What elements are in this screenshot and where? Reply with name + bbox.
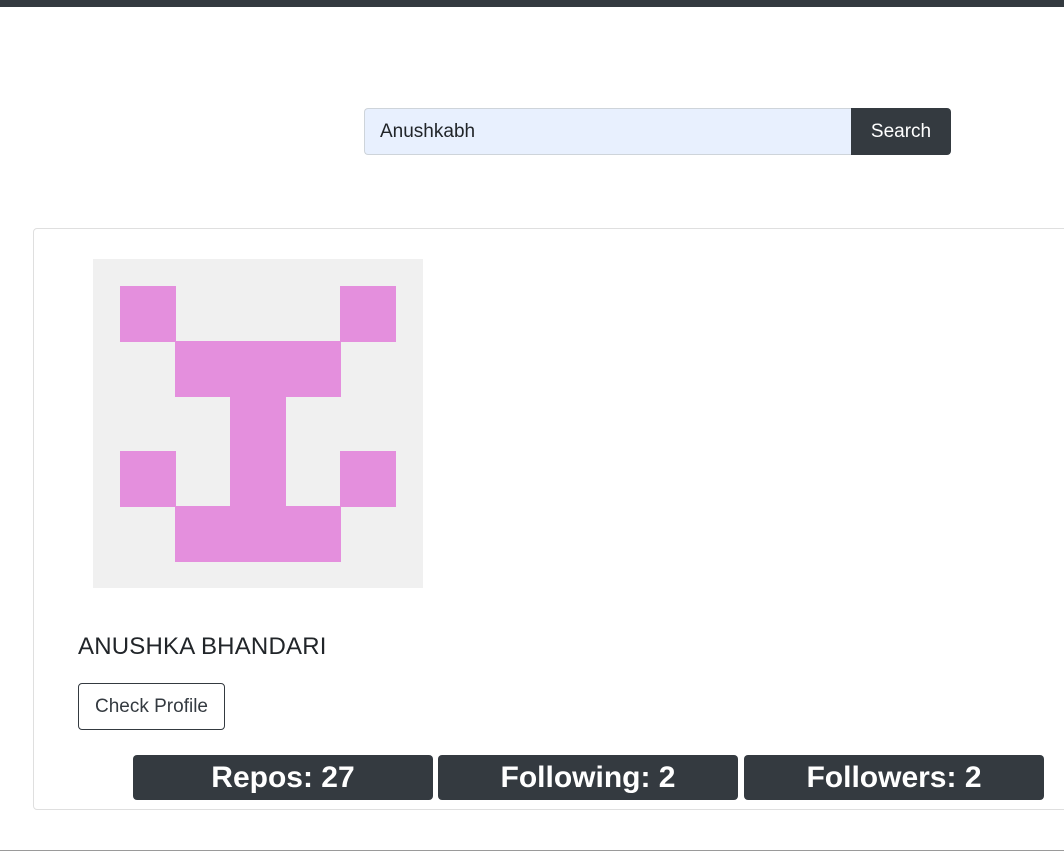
search-input[interactable] [364,108,851,155]
user-card: ANUSHKA BHANDARI Check Profile Repos: 27… [33,228,1064,810]
top-nav-bar [0,0,1064,7]
user-name: ANUSHKA BHANDARI [78,633,327,660]
followers-badge: Followers: 2 [744,755,1044,800]
repos-badge: Repos: 27 [133,755,433,800]
check-profile-button[interactable]: Check Profile [78,683,225,730]
following-badge: Following: 2 [438,755,738,800]
search-button[interactable]: Search [851,108,951,155]
avatar [93,259,423,588]
search-form: Search [364,108,951,155]
